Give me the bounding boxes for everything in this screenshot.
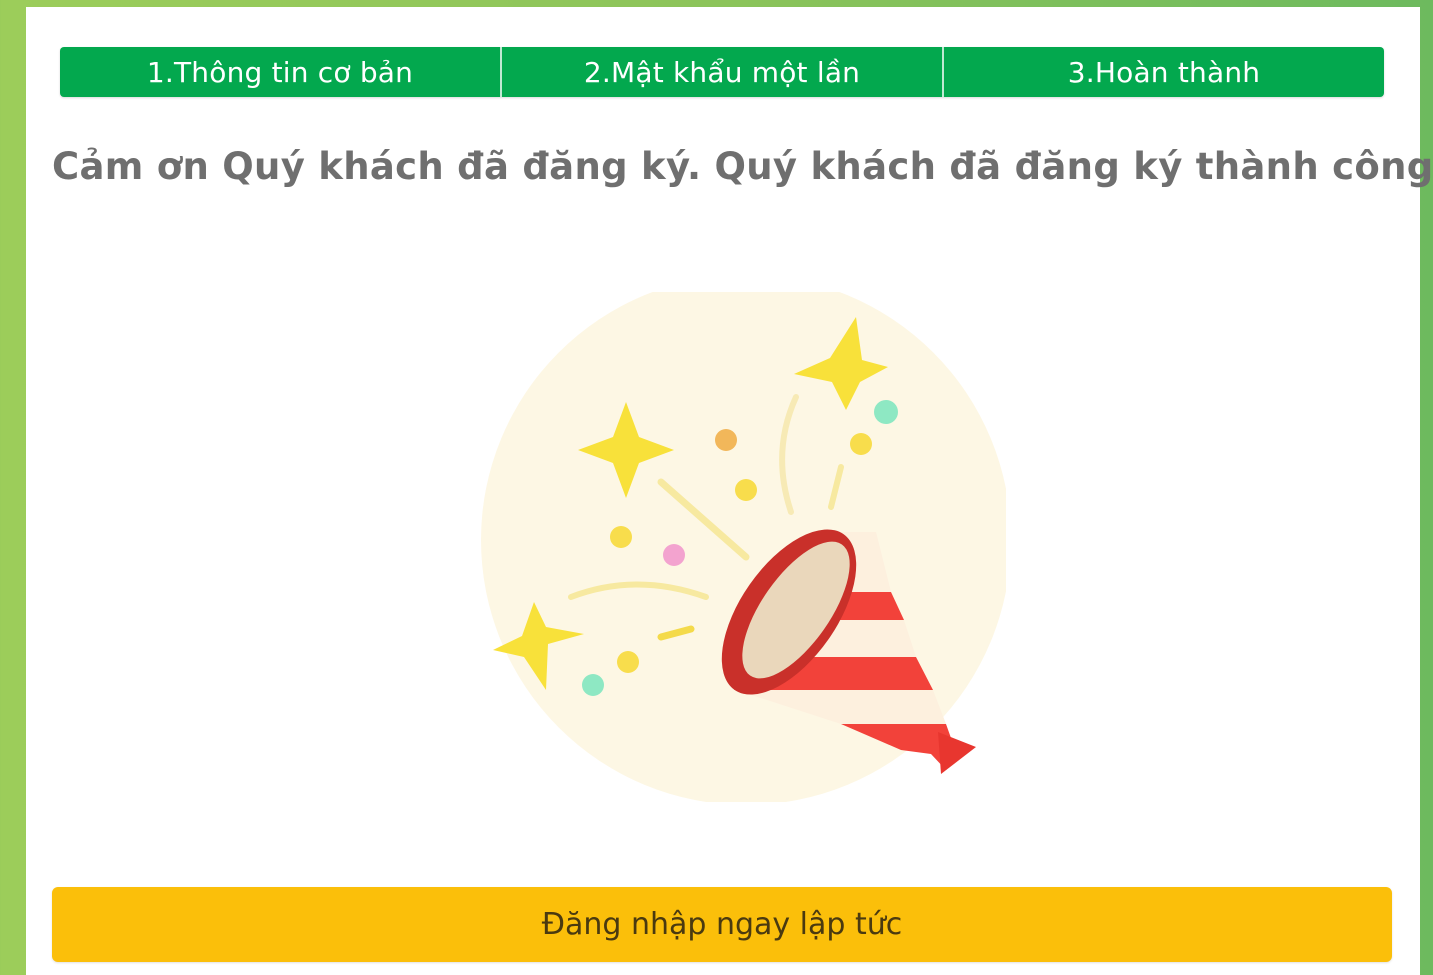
login-now-button[interactable]: Đăng nhập ngay lập tức [52,887,1392,962]
party-popper-icon [481,292,1006,802]
registration-panel: 1.Thông tin cơ bản 2.Mật khẩu một lần 3.… [26,7,1433,975]
step-basic-info: 1.Thông tin cơ bản [146,55,414,89]
success-message: Cảm ơn Quý khách đã đăng ký. Quý khách đ… [52,145,1433,188]
step-complete: 3.Hoàn thành [942,47,1384,97]
progress-steps: 1.Thông tin cơ bản 2.Mật khẩu một lần 3.… [60,47,1384,97]
step-one-time-password: 2.Mật khẩu một lần [500,47,942,97]
